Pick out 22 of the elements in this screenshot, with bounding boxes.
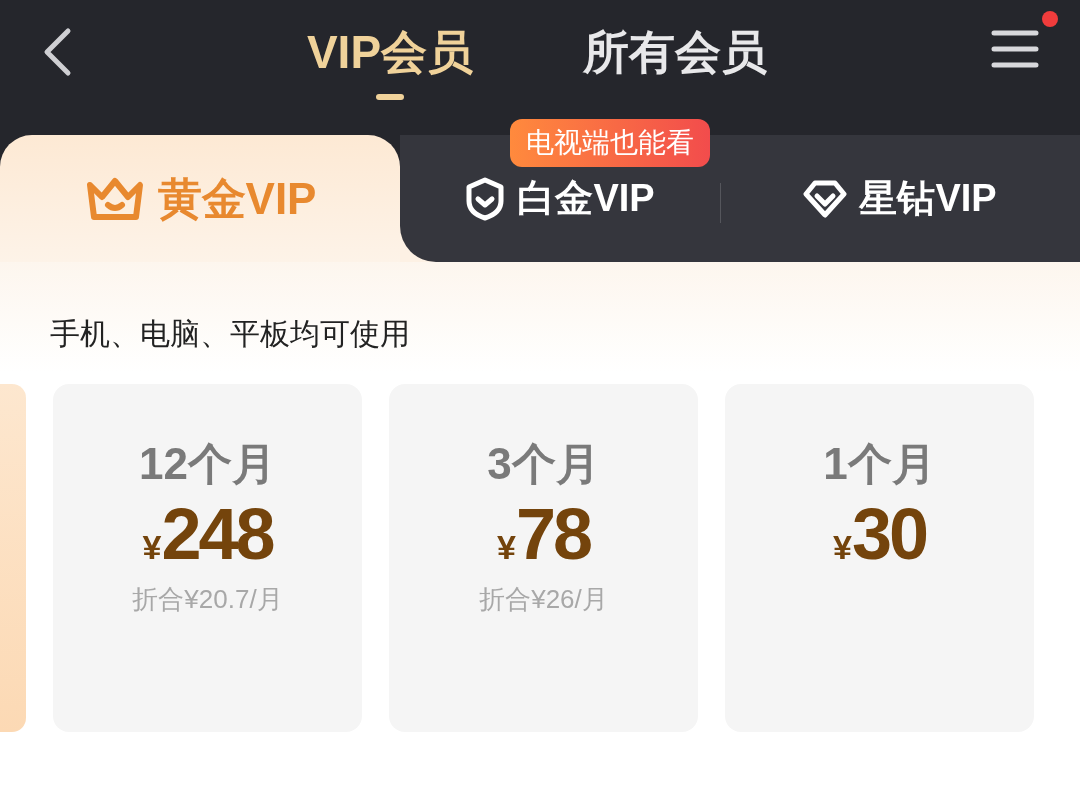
monthly-price: 折合¥26/月 xyxy=(479,583,608,616)
header-tab[interactable]: VIP会员 xyxy=(306,22,474,100)
plan-card[interactable]: 3个月 ¥78 折合¥26/月 xyxy=(389,384,698,732)
plan-card[interactable]: 1个月 ¥30 xyxy=(725,384,1034,732)
tier-tab[interactable]: 星钻VIP xyxy=(720,135,1080,262)
promo-tooltip: 电视端也能看 xyxy=(510,119,710,167)
plan-price: 78 xyxy=(515,494,590,574)
description-text: 手机、电脑、平板均可使用 xyxy=(50,316,411,352)
shield-icon xyxy=(465,176,506,221)
plan-price: 248 xyxy=(161,494,273,574)
plan-period: 1个月 xyxy=(823,438,936,490)
plan-price: 30 xyxy=(851,494,926,574)
currency-symbol: ¥ xyxy=(142,528,162,568)
monthly-price: 折合¥20.7/月 xyxy=(132,583,283,616)
menu-icon[interactable] xyxy=(990,28,1040,70)
currency-symbol: ¥ xyxy=(833,528,852,568)
diamond-icon xyxy=(803,178,848,219)
plan-period: 12个月 xyxy=(139,438,276,490)
plan-card[interactable]: 12个月 ¥248 折合¥20.7/月 xyxy=(53,384,362,732)
header-tab[interactable]: 所有会员 xyxy=(583,22,768,100)
currency-symbol: ¥ xyxy=(497,528,516,568)
plan-period: 3个月 xyxy=(487,438,600,490)
